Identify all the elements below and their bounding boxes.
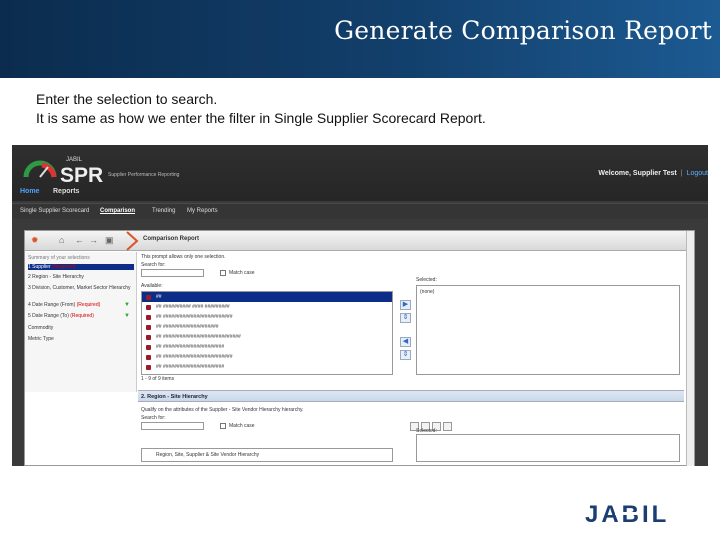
- prompt-item-date-from[interactable]: 4 Date Range (From) (Required) ▼: [28, 302, 134, 308]
- search-label: Search for:: [141, 262, 166, 268]
- slide-title: Generate Comparison Report: [334, 16, 712, 45]
- logo-spr-text: SPR: [60, 164, 103, 187]
- vertical-scrollbar[interactable]: [686, 231, 694, 466]
- intro-text: Enter the selection to search. It is sam…: [36, 90, 486, 128]
- welcome-bar: Welcome, Supplier Test | Logout: [598, 170, 708, 177]
- prompt-summary-header: Summary of your selections: [28, 255, 90, 261]
- list-item[interactable]: ## #########################: [142, 352, 392, 362]
- list-item[interactable]: ## ######################: [142, 342, 392, 352]
- settings-icon[interactable]: ✹: [31, 235, 39, 246]
- report-toolbar: ✹ ⌂ ← → ▣ Comparison Report: [25, 231, 694, 251]
- prompt-item-supplier[interactable]: 1 Supplier (Required): [28, 264, 134, 270]
- move-button[interactable]: ⇕: [400, 350, 411, 360]
- search-input[interactable]: [141, 269, 204, 277]
- move-up-down-button[interactable]: ⇕: [400, 313, 411, 323]
- hierarchy-tree[interactable]: Region, Site, Supplier & Site Vendor Hie…: [141, 448, 393, 462]
- back-icon[interactable]: ←: [75, 235, 84, 245]
- slide-header: Generate Comparison Report: [0, 0, 720, 78]
- section-region-site[interactable]: 2. Region - Site Hierarchy: [138, 390, 684, 402]
- prompt-item-date-to[interactable]: 5 Date Range (To) (Required) ▼: [28, 313, 134, 319]
- selected-none: (none): [420, 289, 435, 295]
- prompt-item-metric-type[interactable]: Metric Type: [28, 336, 134, 342]
- logo-small-text: JABIL: [66, 157, 83, 163]
- nav-reports[interactable]: Reports: [53, 188, 79, 195]
- match-case-checkbox-2[interactable]: [220, 423, 226, 429]
- welcome-text: Welcome, Supplier Test: [598, 170, 677, 177]
- report-panel: ✹ ⌂ ← → ▣ Comparison Report Summary of y…: [24, 230, 695, 466]
- search-label-2: Search for:: [141, 415, 166, 421]
- selected-list-2[interactable]: [416, 434, 680, 462]
- check-icon: ▼: [124, 313, 130, 319]
- prompt-item-region[interactable]: 2 Region - Site Hierarchy: [28, 274, 134, 280]
- add-button[interactable]: ▶: [400, 300, 411, 310]
- selected-label: Selected:: [416, 277, 437, 283]
- secondary-nav: Single Supplier Scorecard Comparison Tre…: [12, 203, 708, 219]
- report-title: Comparison Report: [143, 236, 200, 242]
- prompt-item-division[interactable]: 3 Division, Customer, Market Sector Hier…: [28, 285, 134, 291]
- search-input-2[interactable]: [141, 422, 204, 430]
- transfer-buttons: ▶ ⇕ ◀ ⇕: [400, 300, 412, 376]
- available-list[interactable]: ## ## ########## #### ######### ## #####…: [141, 291, 393, 375]
- match-case-checkbox[interactable]: [220, 270, 226, 276]
- selected-list[interactable]: (none): [416, 285, 680, 375]
- match-case-label-2: Match case: [229, 423, 255, 429]
- prompt-item-commodity[interactable]: Commodity: [28, 325, 134, 331]
- spr-screenshot: JABIL SPR Supplier Performance Reporting…: [12, 145, 708, 466]
- jabil-logo: JABIL: [585, 501, 666, 526]
- match-case-label: Match case: [229, 270, 255, 276]
- pager[interactable]: 1 - 9 of 9 items: [141, 376, 174, 382]
- breadcrumb-arrow-icon: [126, 231, 139, 251]
- nav-comparison[interactable]: Comparison: [100, 208, 135, 214]
- available-label: Available:: [141, 283, 163, 289]
- nav-trending[interactable]: Trending: [152, 208, 175, 214]
- tree-item[interactable]: Region, Site, Supplier & Site Vendor Hie…: [156, 452, 259, 458]
- prompt-summary-list: Summary of your selections 1 Supplier (R…: [25, 252, 137, 392]
- prompt-area: This prompt allows only one selection. S…: [138, 252, 684, 466]
- list-item[interactable]: ## ############################: [142, 332, 392, 342]
- list-item[interactable]: ## ########## #### #########: [142, 302, 392, 312]
- collapse-icon[interactable]: [443, 422, 452, 431]
- home-icon[interactable]: ⌂: [59, 235, 64, 245]
- section-note: Qualify on the attributes of the Supplie…: [141, 407, 304, 413]
- nav-single-supplier-scorecard[interactable]: Single Supplier Scorecard: [20, 208, 89, 214]
- remove-button[interactable]: ◀: [400, 337, 411, 347]
- list-item[interactable]: ##: [142, 292, 392, 302]
- intro-line-1: Enter the selection to search.: [36, 91, 218, 107]
- prompt-note: This prompt allows only one selection.: [141, 254, 226, 260]
- nav-home[interactable]: Home: [20, 188, 39, 195]
- list-item[interactable]: ## ######################: [142, 362, 392, 372]
- folder-icon[interactable]: ▣: [105, 235, 114, 246]
- app-topbar: JABIL SPR Supplier Performance Reporting…: [12, 145, 708, 201]
- logout-link[interactable]: Logout: [687, 170, 708, 177]
- list-item[interactable]: ## ####################: [142, 322, 392, 332]
- section-title: 2. Region - Site Hierarchy: [141, 394, 208, 400]
- nav-my-reports[interactable]: My Reports: [187, 208, 218, 214]
- primary-nav: Home Reports: [12, 185, 708, 201]
- logo-tagline: Supplier Performance Reporting: [108, 172, 180, 178]
- intro-line-2: It is same as how we enter the filter in…: [36, 110, 486, 126]
- forward-icon[interactable]: →: [89, 235, 98, 245]
- check-icon: ▼: [124, 302, 130, 308]
- list-item[interactable]: ## #########################: [142, 312, 392, 322]
